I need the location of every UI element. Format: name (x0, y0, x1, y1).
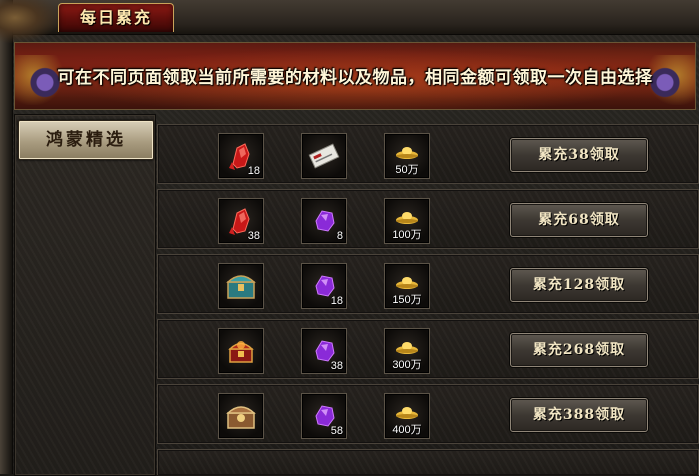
banner-text: 可在不同页面领取当前所需要的材料以及物品，相同金额可领取一次自由选择 (57, 68, 653, 88)
item-slot[interactable]: 400万 (384, 393, 430, 439)
item-count: 18 (247, 165, 260, 177)
reward-row: 38 300万 累充268领取 (157, 319, 699, 379)
claim-128-button[interactable]: 累充128领取 (510, 268, 648, 302)
red-chest-icon (228, 341, 254, 363)
claim-268-button[interactable]: 累充268领取 (510, 333, 648, 367)
item-slot[interactable]: 100万 (384, 198, 430, 244)
bronze-chest-icon (226, 406, 256, 429)
claim-button-label: 累充68领取 (538, 212, 620, 228)
item-slot[interactable] (218, 328, 264, 374)
item-slot[interactable]: 38 (218, 198, 264, 244)
item-slot[interactable] (218, 263, 264, 309)
item-slot[interactable]: 50万 (384, 133, 430, 179)
item-slot[interactable]: 300万 (384, 328, 430, 374)
item-count: 38 (330, 360, 343, 372)
item-slot[interactable]: 150万 (384, 263, 430, 309)
item-count: 8 (336, 230, 343, 242)
claim-button-label: 累充38领取 (538, 147, 620, 163)
reward-row: 18 150万 累充128领取 (157, 254, 699, 314)
window-title-tab: 每日累充 (58, 3, 174, 32)
reward-row-partial (157, 449, 699, 475)
reward-row: 58 400万 累充388领取 (157, 384, 699, 444)
corner-ornament-icon (0, 0, 60, 44)
item-slot[interactable] (301, 133, 347, 179)
item-count: 400万 (392, 424, 422, 436)
item-count: 50万 (395, 164, 419, 176)
panel-left-border (0, 0, 13, 474)
item-slot[interactable]: 18 (218, 133, 264, 179)
item-count: 38 (247, 230, 260, 242)
item-slot[interactable]: 58 (301, 393, 347, 439)
scroll-icon (308, 143, 340, 169)
item-slot[interactable] (218, 393, 264, 439)
sidebar-tab-label: 鸿蒙精选 (46, 130, 126, 150)
window-title: 每日累充 (79, 8, 152, 27)
item-count: 100万 (392, 229, 422, 241)
item-count: 58 (330, 425, 343, 437)
claim-button-label: 累充128领取 (532, 277, 626, 293)
reward-row: 18 50万 累充38领取 (157, 124, 699, 184)
claim-38-button[interactable]: 累充38领取 (510, 138, 648, 172)
item-count: 150万 (392, 294, 422, 306)
reward-list: 18 50万 累充38领取 38 8 100万 累充68领取 18 150万 累… (157, 120, 699, 475)
item-count: 18 (330, 295, 343, 307)
teal-chest-icon (226, 275, 256, 299)
item-slot[interactable]: 8 (301, 198, 347, 244)
claim-68-button[interactable]: 累充68领取 (510, 203, 648, 237)
sidebar-tab-hongmeng[interactable]: 鸿蒙精选 (18, 120, 154, 160)
claim-button-label: 累充268领取 (532, 342, 626, 358)
item-slot[interactable]: 38 (301, 328, 347, 374)
item-slot[interactable]: 18 (301, 263, 347, 309)
sidebar: 鸿蒙精选 (14, 114, 156, 476)
reward-row: 38 8 100万 累充68领取 (157, 189, 699, 249)
info-banner: 可在不同页面领取当前所需要的材料以及物品，相同金额可领取一次自由选择 (14, 42, 696, 110)
claim-button-label: 累充388领取 (532, 407, 626, 423)
claim-388-button[interactable]: 累充388领取 (510, 398, 648, 432)
item-count: 300万 (392, 359, 422, 371)
